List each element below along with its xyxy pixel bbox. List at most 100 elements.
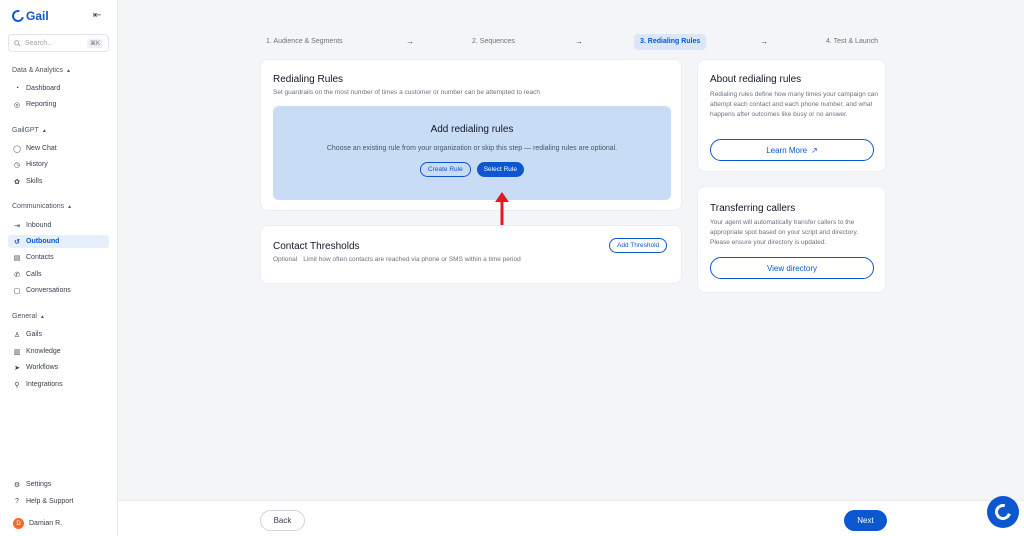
section-data-analytics[interactable]: Data & Analytics ▲ [12, 67, 71, 74]
skills-icon: ✿ [14, 178, 20, 186]
sidebar-item-label: Settings [26, 481, 52, 488]
sidebar-item-skills[interactable]: ✿ Skills [8, 175, 109, 188]
footer-bar: Back Next [118, 500, 1024, 536]
section-communications[interactable]: Communications ▲ [12, 203, 72, 210]
search-shortcut: ⌘K [86, 38, 103, 48]
sidebar-item-label: Knowledge [26, 348, 61, 355]
sidebar-item-integrations[interactable]: ⚲ Integrations [8, 378, 109, 391]
sidebar-item-reporting[interactable]: ◎ Reporting [8, 98, 109, 111]
search-input[interactable]: Search... ⌘K [8, 34, 109, 52]
book-icon: ▥ [13, 348, 21, 356]
integrations-icon: ⚲ [14, 381, 20, 389]
search-placeholder: Search... [25, 39, 54, 47]
gails-icon: ♙ [13, 331, 21, 339]
brand-name: Gail [26, 9, 49, 23]
contacts-icon: ▤ [13, 254, 21, 262]
brand-logo[interactable]: Gail [9, 7, 49, 25]
back-button[interactable]: Back [260, 510, 305, 531]
arrow-right-icon: → [406, 37, 414, 46]
card-title: About redialing rules [710, 74, 802, 85]
create-rule-button[interactable]: Create Rule [420, 162, 471, 177]
sidebar-item-contacts[interactable]: ▤ Contacts [8, 251, 109, 264]
sidebar-item-label: Calls [26, 271, 42, 278]
sidebar-item-label: Skills [26, 178, 43, 185]
card-body: Redialing rules define how many times yo… [710, 91, 879, 118]
about-redialing-card: About redialing rules Redialing rules de… [697, 59, 886, 172]
card-subtitle-row: Optional Limit how often contacts are re… [273, 256, 521, 263]
step-test-launch[interactable]: 4. Test & Launch [820, 34, 884, 50]
sidebar-item-knowledge[interactable]: ▥ Knowledge [8, 345, 109, 358]
section-title: GailGPT [12, 127, 39, 134]
learn-more-button[interactable]: Learn More ↗ [710, 139, 874, 161]
caret-up-icon: ▲ [67, 203, 73, 210]
help-icon: ? [15, 498, 19, 505]
caret-up-icon: ▲ [65, 67, 71, 74]
external-link-icon: ↗ [811, 145, 818, 155]
sidebar-item-conversations[interactable]: ▢ Conversations [8, 284, 109, 297]
panel-title: Add redialing rules [430, 124, 514, 135]
section-title: Data & Analytics [12, 67, 63, 74]
step-sequences[interactable]: 2. Sequences [466, 34, 521, 50]
user-name: Damian R. [29, 520, 63, 527]
card-subtitle: Set guardrails on the most number of tim… [273, 89, 540, 96]
step-progress: 1. Audience & Segments → 2. Sequences → … [260, 34, 890, 50]
optional-tag: Optional [273, 256, 298, 263]
section-gailgpt[interactable]: GailGPT ▲ [12, 127, 47, 134]
sidebar-item-label: Conversations [26, 287, 71, 294]
sidebar-item-label: History [26, 161, 48, 168]
sidebar-item-gails[interactable]: ♙ Gails [8, 328, 109, 341]
sidebar-item-history[interactable]: ◷ History [8, 158, 109, 171]
workflows-icon: ➤ [14, 364, 20, 372]
card-title: Redialing Rules [273, 74, 344, 85]
sidebar-item-workflows[interactable]: ➤ Workflows [8, 361, 109, 374]
sidebar-item-help[interactable]: ? Help & Support [8, 495, 109, 508]
redialing-rules-card: Redialing Rules Set guardrails on the mo… [260, 59, 682, 211]
dashboard-icon: ◔ [14, 85, 20, 92]
sidebar-item-label: Reporting [26, 101, 57, 108]
inbound-icon: ⇥ [14, 222, 20, 230]
chat-launcher-button[interactable] [987, 496, 1019, 528]
sidebar-item-dashboard[interactable]: ◔ Dashboard [8, 82, 109, 95]
sidebar-item-new-chat[interactable]: ◯ New Chat [8, 142, 109, 155]
next-button[interactable]: Next [844, 510, 887, 531]
sidebar-item-label: Contacts [26, 254, 54, 261]
section-general[interactable]: General ▲ [12, 313, 45, 320]
button-label: View directory [766, 263, 818, 273]
annotation-arrow-icon [495, 192, 509, 225]
step-audience[interactable]: 1. Audience & Segments [260, 34, 349, 50]
user-menu[interactable]: D Damian R. [8, 517, 109, 530]
sidebar-item-label: Workflows [26, 364, 59, 371]
outbound-icon: ↺ [14, 238, 20, 246]
card-title: Transferring callers [710, 203, 796, 214]
contact-thresholds-card: Contact Thresholds Optional Limit how of… [260, 225, 682, 284]
transferring-callers-card: Transferring callers Your agent will aut… [697, 186, 886, 293]
gail-logo-icon [992, 501, 1014, 523]
sidebar-item-outbound[interactable]: ↺ Outbound [8, 235, 109, 248]
select-rule-button[interactable]: Select Rule [476, 162, 524, 177]
search-icon [14, 39, 21, 47]
card-title: Contact Thresholds [273, 241, 360, 252]
section-title: General [12, 313, 37, 320]
gail-logo-icon [9, 7, 27, 25]
view-directory-button[interactable]: View directory [710, 257, 874, 279]
card-subtitle: Limit how often contacts are reached via… [303, 256, 521, 263]
section-title: Communications [12, 203, 65, 210]
caret-up-icon: ▲ [39, 313, 45, 320]
phone-icon: ✆ [14, 271, 20, 279]
button-label: Learn More [766, 145, 808, 155]
add-redialing-panel: Add redialing rules Choose an existing r… [273, 106, 671, 200]
sidebar-item-inbound[interactable]: ⇥ Inbound [8, 219, 109, 232]
sidebar-item-calls[interactable]: ✆ Calls [8, 268, 109, 281]
sidebar-item-label: Help & Support [26, 498, 74, 505]
arrow-right-icon: → [760, 37, 768, 46]
conversations-icon: ▢ [13, 287, 21, 295]
sidebar-item-settings[interactable]: ⚙ Settings [8, 478, 109, 491]
caret-up-icon: ▲ [41, 127, 47, 134]
add-threshold-button[interactable]: Add Threshold [609, 238, 668, 253]
reporting-icon: ◎ [13, 101, 21, 109]
sidebar-item-label: Outbound [26, 238, 60, 245]
collapse-sidebar-icon[interactable]: ⇤ [93, 10, 101, 21]
sidebar-item-label: New Chat [26, 145, 57, 152]
avatar: D [13, 518, 24, 529]
step-redialing-rules[interactable]: 3. Redialing Rules [634, 34, 707, 50]
